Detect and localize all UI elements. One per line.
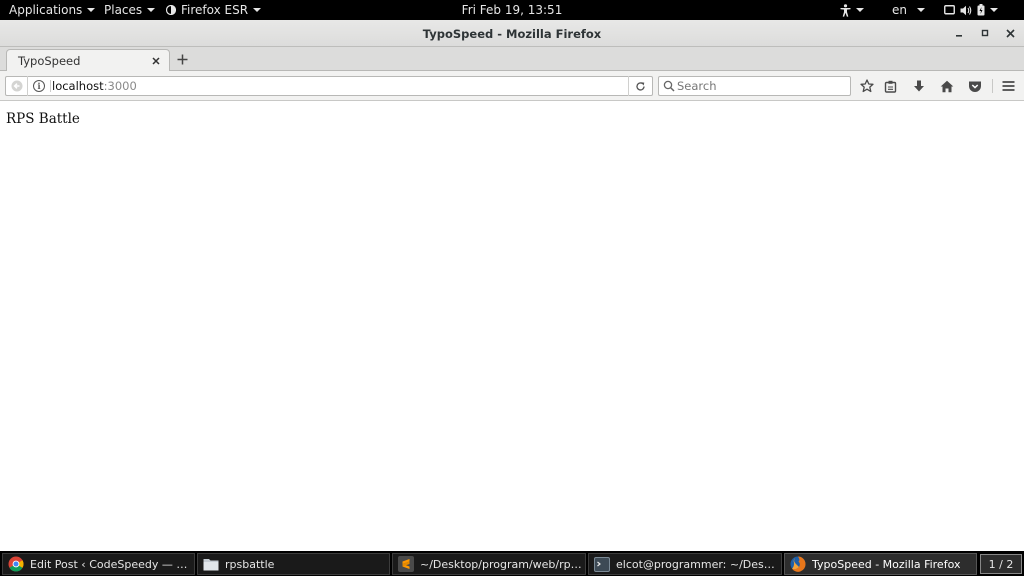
tab-close-button[interactable] bbox=[149, 54, 163, 68]
language-label: en bbox=[892, 3, 907, 17]
caret-down-icon bbox=[856, 8, 864, 12]
maximize-icon bbox=[981, 29, 989, 37]
url-host: localhost bbox=[52, 79, 104, 93]
reload-button[interactable] bbox=[628, 76, 652, 96]
minimize-button[interactable] bbox=[950, 24, 968, 42]
page-heading: RPS Battle bbox=[6, 111, 80, 127]
accessibility-menu[interactable] bbox=[840, 0, 864, 20]
open-menu-button[interactable] bbox=[998, 76, 1018, 96]
new-tab-button[interactable] bbox=[173, 50, 191, 68]
downloads-button[interactable] bbox=[909, 76, 929, 96]
display-icon bbox=[944, 5, 955, 15]
url-port: :3000 bbox=[103, 79, 137, 93]
taskbar-item-label: TypoSpeed - Mozilla Firefox bbox=[812, 557, 961, 571]
volume-icon bbox=[960, 5, 972, 15]
bookmark-star-button[interactable] bbox=[857, 76, 877, 96]
language-menu[interactable]: en bbox=[892, 0, 925, 20]
taskbar-item-chrome[interactable]: Edit Post ‹ CodeSpeedy — Word... bbox=[2, 553, 195, 575]
site-info-icon[interactable]: i bbox=[33, 80, 45, 92]
window-title: TypoSpeed - Mozilla Firefox bbox=[422, 26, 602, 41]
accessibility-icon bbox=[840, 3, 851, 17]
terminal-icon bbox=[594, 556, 610, 572]
home-button[interactable] bbox=[937, 76, 957, 96]
taskbar-item-files[interactable]: rpsbattle bbox=[197, 553, 390, 575]
bottom-taskbar: Edit Post ‹ CodeSpeedy — Word... rpsbatt… bbox=[0, 551, 1024, 576]
pocket-button[interactable] bbox=[965, 76, 985, 96]
taskbar-item-firefox[interactable]: TypoSpeed - Mozilla Firefox bbox=[784, 553, 977, 575]
top-panel: Applications Places Firefox ESR Fri Feb … bbox=[0, 0, 1024, 20]
reload-icon bbox=[636, 81, 645, 91]
toolbar-separator bbox=[992, 79, 993, 93]
maximize-button[interactable] bbox=[976, 24, 994, 42]
battery-icon bbox=[977, 4, 985, 16]
close-icon bbox=[152, 57, 160, 65]
chrome-icon bbox=[8, 556, 24, 572]
system-menu[interactable] bbox=[944, 0, 998, 20]
firefox-icon bbox=[790, 556, 806, 572]
url-bar[interactable]: i localhost:3000 bbox=[5, 76, 653, 96]
navigation-toolbar: i localhost:3000 bbox=[0, 71, 1024, 101]
close-icon bbox=[1005, 28, 1015, 38]
tab-title: TypoSpeed bbox=[18, 54, 81, 68]
close-window-button[interactable] bbox=[1001, 24, 1019, 42]
caret-down-icon bbox=[917, 8, 925, 12]
taskbar-item-label: rpsbattle bbox=[225, 557, 275, 571]
back-button[interactable] bbox=[6, 76, 28, 96]
home-icon bbox=[940, 80, 954, 92]
search-bar[interactable] bbox=[658, 76, 851, 96]
search-icon bbox=[663, 80, 675, 92]
search-input[interactable] bbox=[677, 78, 847, 94]
sublime-text-icon bbox=[398, 556, 414, 572]
workspace-switcher[interactable]: 1 / 2 bbox=[980, 554, 1022, 574]
taskbar-item-label: elcot@programmer: ~/Desktop/p... bbox=[616, 557, 781, 571]
url-text[interactable]: localhost:3000 bbox=[52, 79, 137, 93]
taskbar-item-label: Edit Post ‹ CodeSpeedy — Word... bbox=[30, 557, 194, 571]
page-content: RPS Battle bbox=[0, 101, 1024, 551]
taskbar-item-terminal[interactable]: elcot@programmer: ~/Desktop/p... bbox=[588, 553, 782, 575]
taskbar-item-label: ~/Desktop/program/web/rpsbattl... bbox=[420, 557, 585, 571]
taskbar-item-sublime[interactable]: ~/Desktop/program/web/rpsbattl... bbox=[392, 553, 586, 575]
url-separator bbox=[50, 80, 51, 92]
minimize-icon bbox=[956, 35, 962, 37]
clock-label: Fri Feb 19, 13:51 bbox=[461, 3, 563, 17]
clock[interactable]: Fri Feb 19, 13:51 bbox=[0, 0, 1024, 20]
folder-icon bbox=[203, 556, 219, 572]
download-arrow-icon bbox=[914, 80, 924, 91]
caret-down-icon bbox=[990, 8, 998, 12]
star-icon bbox=[860, 79, 874, 93]
hamburger-menu-icon bbox=[1002, 81, 1014, 91]
bookmarks-menu-button[interactable] bbox=[880, 76, 900, 96]
tab-strip: TypoSpeed bbox=[0, 47, 1024, 72]
pocket-icon bbox=[969, 81, 981, 92]
clipboard-icon bbox=[884, 80, 896, 93]
back-arrow-icon bbox=[11, 80, 22, 92]
window-titlebar[interactable]: TypoSpeed - Mozilla Firefox bbox=[0, 20, 1024, 47]
tab-typospeed[interactable]: TypoSpeed bbox=[6, 49, 170, 72]
plus-icon bbox=[177, 54, 187, 64]
